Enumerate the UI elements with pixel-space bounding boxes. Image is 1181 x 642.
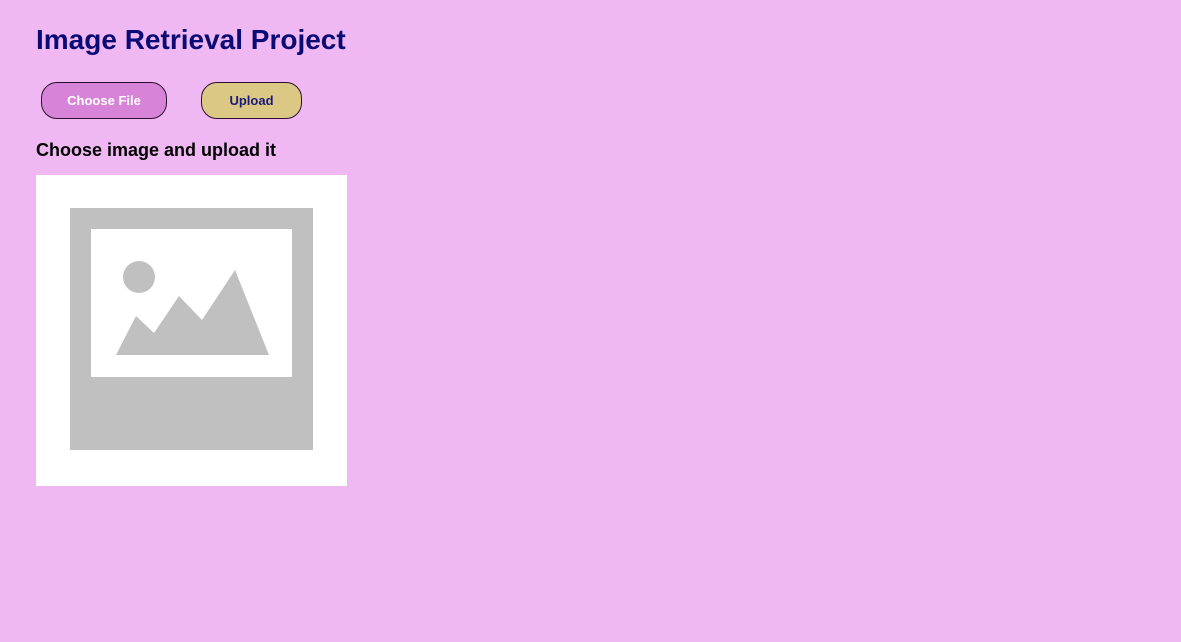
image-placeholder-icon [70, 208, 313, 450]
choose-file-button[interactable]: Choose File [41, 82, 167, 119]
page-title: Image Retrieval Project [36, 24, 346, 55]
image-preview [36, 175, 347, 486]
upload-instruction: Choose image and upload it [36, 140, 277, 160]
upload-button[interactable]: Upload [201, 82, 302, 119]
